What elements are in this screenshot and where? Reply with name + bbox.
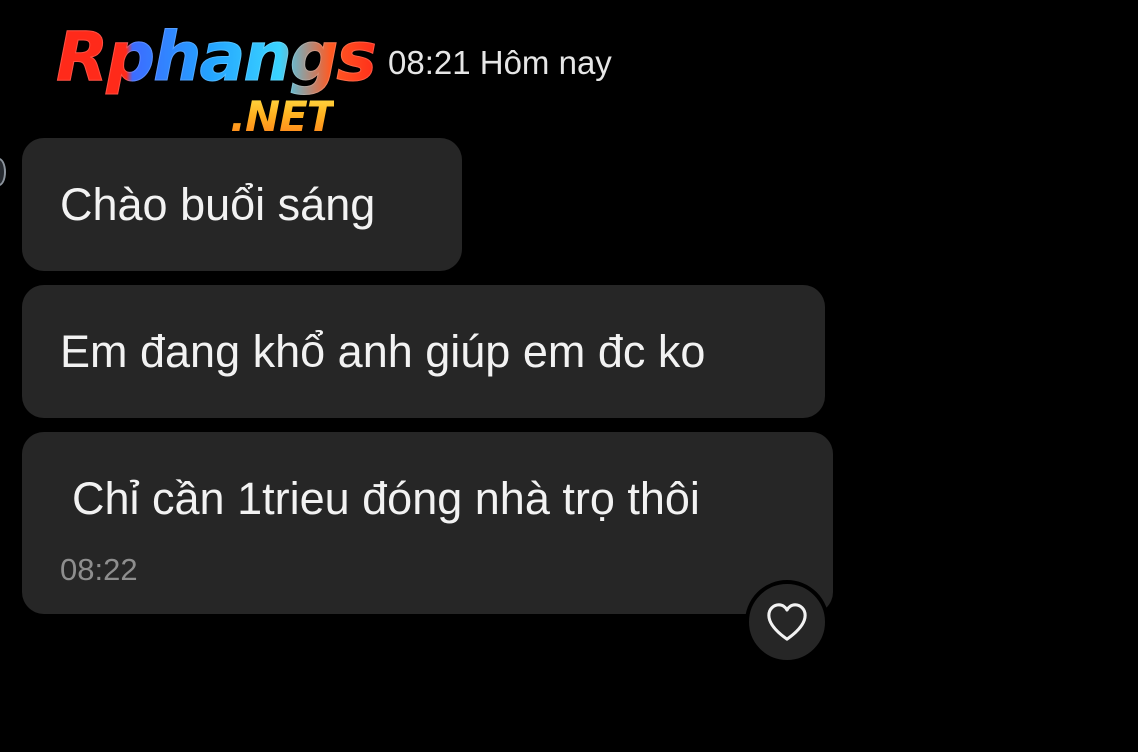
- like-reaction-button[interactable]: [745, 580, 829, 664]
- message-text: Chỉ cần 1trieu đóng nhà trọ thôi: [72, 473, 700, 524]
- message-bubble[interactable]: Chỉ cần 1trieu đóng nhà trọ thôi 08:22: [22, 432, 833, 614]
- watermark-logo-text: Rphangs: [56, 18, 378, 98]
- message-text: Em đang khổ anh giúp em đc ko: [60, 326, 706, 377]
- message-bubble[interactable]: Em đang khổ anh giúp em đc ko: [22, 285, 825, 418]
- message-text: Chào buổi sáng: [60, 179, 376, 230]
- sender-avatar: [0, 158, 6, 186]
- heart-outline-icon: [767, 603, 807, 641]
- message-time: 08:22: [60, 552, 138, 587]
- message-bubble[interactable]: Chào buổi sáng: [22, 138, 462, 271]
- watermark-logo-suffix: .NET: [230, 92, 335, 141]
- conversation-timestamp: 08:21 Hôm nay: [388, 44, 612, 81]
- watermark-logo: Rphangs .NET: [56, 18, 396, 146]
